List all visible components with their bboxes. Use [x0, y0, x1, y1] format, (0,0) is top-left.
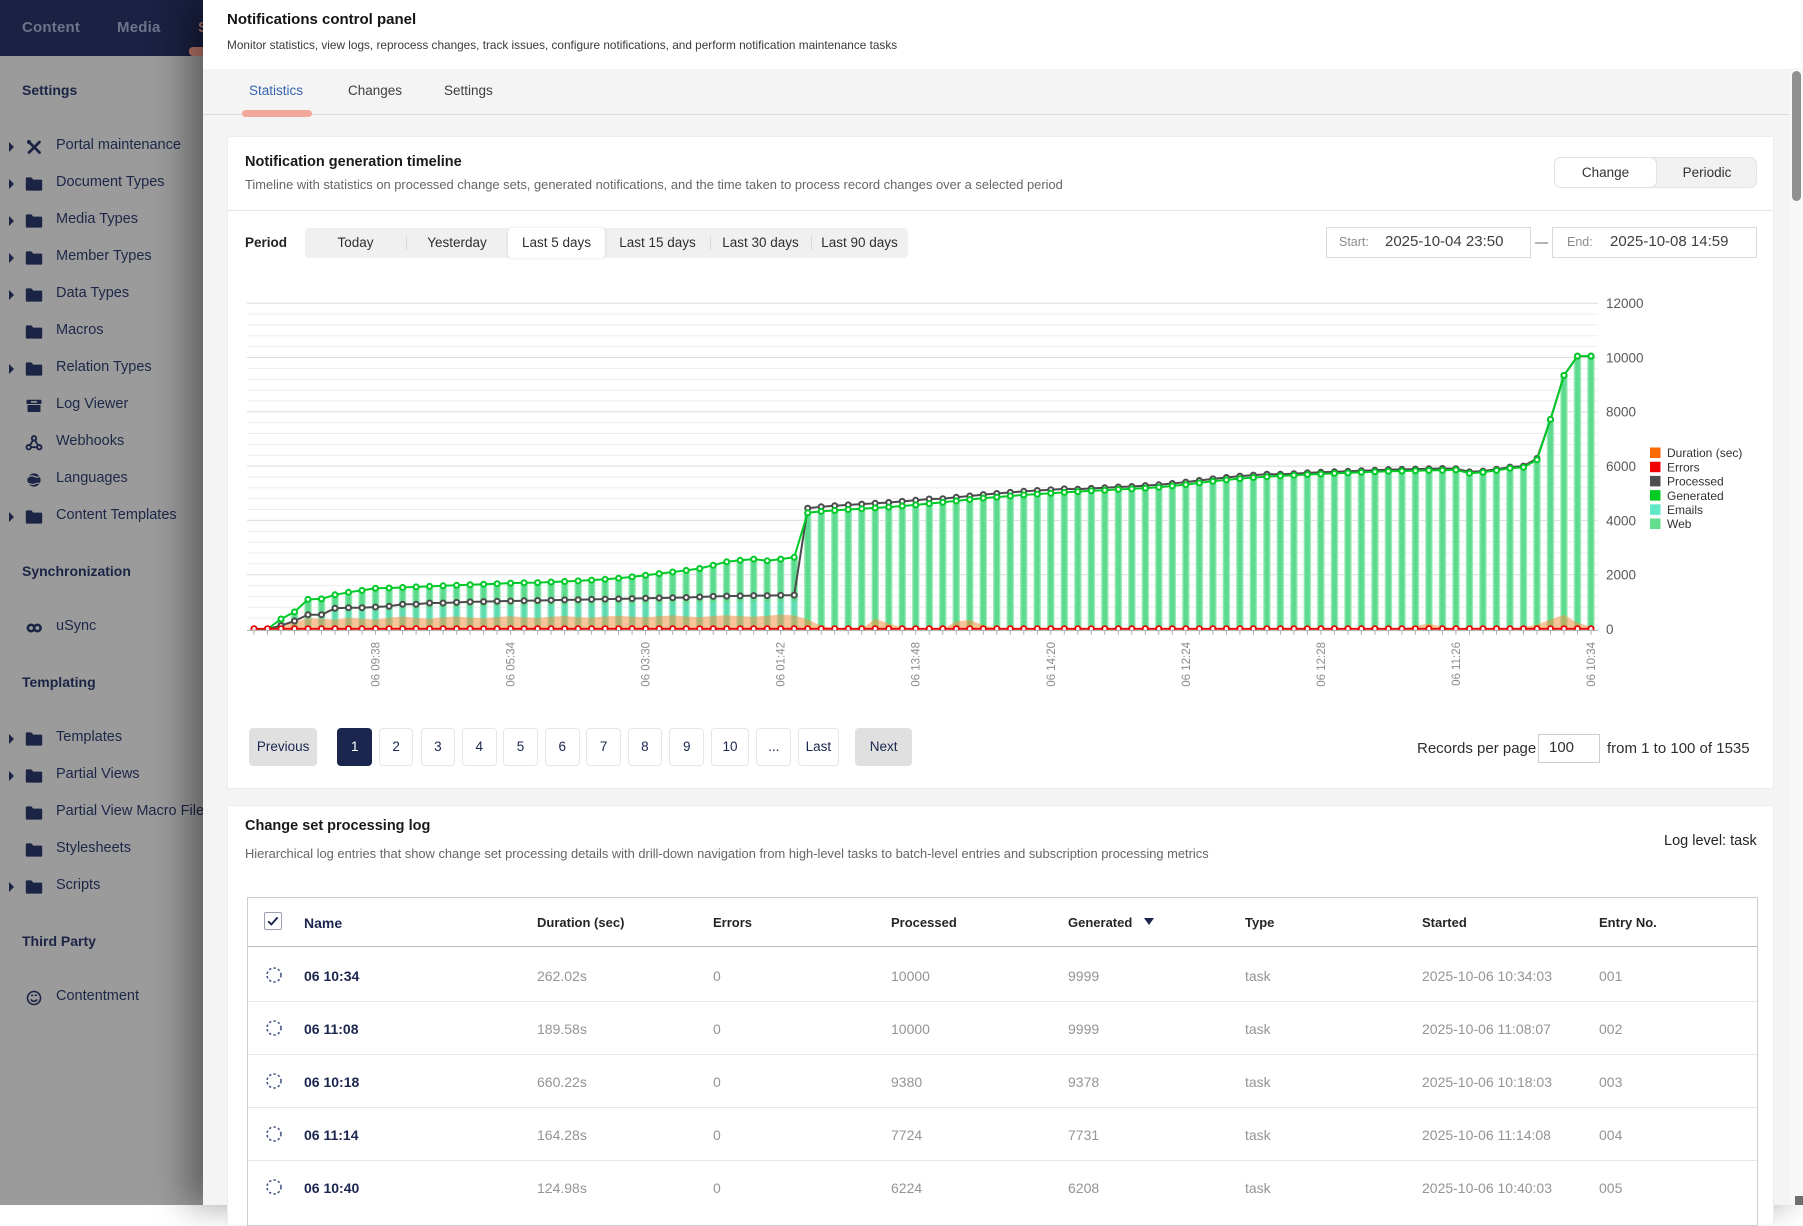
svg-text:8000: 8000 — [1606, 405, 1636, 420]
svg-text:10000: 10000 — [1606, 350, 1644, 365]
svg-text:06 05:34: 06 05:34 — [506, 641, 518, 686]
svg-text:06 14:20: 06 14:20 — [1046, 642, 1058, 687]
svg-text:Processed: Processed — [1667, 475, 1724, 489]
svg-text:6000: 6000 — [1606, 459, 1636, 474]
svg-text:06 12:24: 06 12:24 — [1181, 641, 1193, 686]
svg-text:Generated: Generated — [1667, 489, 1724, 503]
svg-text:2000: 2000 — [1606, 568, 1636, 583]
svg-text:06 13:48: 06 13:48 — [911, 642, 923, 687]
svg-text:06 01:42: 06 01:42 — [776, 642, 788, 687]
svg-text:0: 0 — [1606, 622, 1614, 637]
svg-text:06 09:38: 06 09:38 — [371, 642, 383, 687]
svg-text:Web: Web — [1667, 517, 1692, 531]
svg-text:12000: 12000 — [1606, 296, 1644, 311]
svg-text:06 11:26: 06 11:26 — [1451, 642, 1463, 686]
svg-text:06 10:34: 06 10:34 — [1586, 641, 1598, 686]
svg-text:Errors: Errors — [1667, 460, 1700, 474]
svg-text:06 12:28: 06 12:28 — [1316, 642, 1328, 687]
svg-text:06 03:30: 06 03:30 — [641, 642, 653, 687]
svg-text:4000: 4000 — [1606, 513, 1636, 528]
svg-text:Emails: Emails — [1667, 503, 1703, 517]
svg-text:Duration (sec): Duration (sec) — [1667, 446, 1742, 460]
